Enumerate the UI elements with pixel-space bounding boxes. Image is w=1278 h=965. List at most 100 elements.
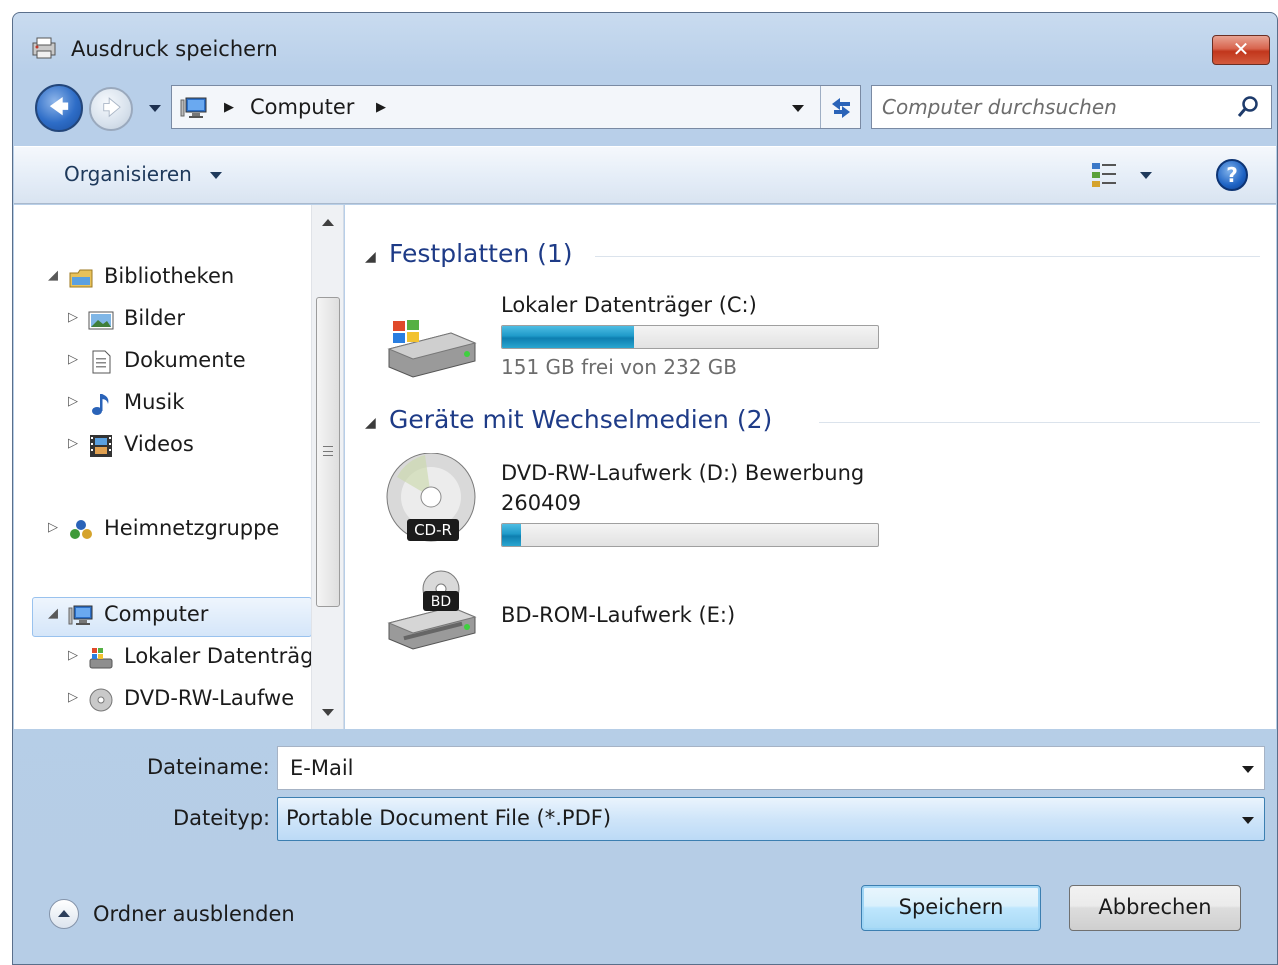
expanded-arrow-icon[interactable]: ◢	[48, 268, 58, 283]
search-input[interactable]	[880, 92, 1220, 122]
tree-item-homegroup[interactable]: ▷ Heimnetzgruppe	[48, 513, 308, 547]
tree-item-documents[interactable]: ▷ Dokumente	[68, 345, 308, 379]
computer-icon	[180, 97, 207, 118]
drive-d-usage-bar	[501, 523, 879, 547]
printer-app-icon	[32, 37, 56, 59]
organize-menu-button[interactable]: Organisieren	[64, 162, 192, 186]
videos-icon	[90, 435, 112, 457]
forward-button[interactable]	[89, 87, 133, 131]
hard-disk-icon	[387, 320, 477, 378]
nav-scrollbar[interactable]	[311, 205, 343, 729]
drive-e-name[interactable]: BD-ROM-Laufwerk (E:)	[501, 603, 735, 627]
drive-c-icon[interactable]	[381, 309, 481, 389]
filename-combobox[interactable]	[277, 746, 1265, 790]
collapsed-arrow-icon[interactable]: ▷	[48, 520, 58, 535]
grip-icon	[323, 446, 333, 456]
filename-label: Dateiname:	[147, 755, 270, 779]
tree-item-videos[interactable]: ▷ Videos	[68, 429, 308, 463]
tree-label-documents: Dokumente	[124, 348, 246, 372]
tree-label-videos: Videos	[124, 432, 194, 456]
tree-label-local-disk: Lokaler Datenträg	[124, 644, 312, 668]
drive-d-name-line2[interactable]: 260409	[501, 491, 581, 515]
drive-d-usage-fill	[502, 524, 521, 546]
back-arrow-icon	[49, 97, 69, 116]
drive-e-icon[interactable]: BD	[381, 567, 481, 657]
scroll-thumb[interactable]	[316, 297, 340, 607]
tree-label-dvd-drive: DVD-RW-Laufwe	[124, 686, 295, 710]
cancel-button[interactable]: Abbrechen	[1069, 885, 1241, 931]
title-bar: Ausdruck speichern ✕	[13, 13, 1277, 75]
homegroup-icon	[70, 520, 92, 539]
navigation-pane: ◢ Bibliotheken ▷ Bilder ▷ Dokumente ▷ Mu…	[14, 205, 344, 729]
breadcrumb-computer[interactable]: Computer	[250, 95, 354, 119]
search-icon[interactable]	[1235, 94, 1261, 120]
collapsed-arrow-icon[interactable]: ▷	[68, 436, 78, 451]
command-bar: Organisieren ?	[14, 146, 1276, 204]
group-divider	[595, 256, 1260, 257]
scroll-up-icon[interactable]	[322, 219, 334, 226]
documents-icon	[92, 350, 111, 374]
address-divider	[820, 86, 821, 128]
group-divider	[819, 422, 1260, 423]
collapsed-arrow-icon[interactable]: ▷	[68, 352, 78, 367]
drive-c-usage-bar	[501, 325, 879, 349]
pictures-icon	[88, 311, 114, 330]
local-disk-icon	[89, 648, 113, 669]
filetype-select[interactable]: Portable Document File (*.PDF)	[277, 797, 1265, 841]
tree-item-pictures[interactable]: ▷ Bilder	[68, 303, 308, 337]
drive-d-name-line1[interactable]: DVD-RW-Laufwerk (D:) Bewerbung	[501, 461, 864, 485]
cd-r-badge: CD-R	[414, 521, 452, 539]
expanded-arrow-icon[interactable]: ◢	[48, 606, 58, 621]
forward-arrow-icon	[103, 97, 121, 118]
tree-item-computer[interactable]: ◢ Computer	[48, 599, 308, 633]
refresh-button[interactable]	[824, 90, 858, 124]
tree-label-homegroup: Heimnetzgruppe	[104, 516, 280, 540]
window-title: Ausdruck speichern	[71, 37, 278, 61]
view-dropdown-icon[interactable]	[1140, 172, 1152, 179]
libraries-icon	[69, 269, 93, 288]
tree-label-libraries: Bibliotheken	[104, 264, 235, 288]
scroll-down-icon[interactable]	[322, 709, 334, 716]
bd-badge: BD	[431, 594, 451, 610]
group-title-removable: Geräte mit Wechselmedien (2)	[389, 405, 773, 434]
tree-item-music[interactable]: ▷ Musik	[68, 387, 308, 421]
music-icon	[92, 394, 109, 415]
close-button[interactable]: ✕	[1212, 35, 1270, 65]
group-collapse-icon[interactable]: ◢	[365, 415, 376, 431]
breadcrumb-separator-icon[interactable]: ▶	[224, 100, 234, 115]
tree-item-local-disk[interactable]: ▷ Lokaler Datenträg	[68, 641, 312, 675]
dvd-drive-icon	[89, 688, 113, 712]
collapsed-arrow-icon[interactable]: ▷	[68, 690, 78, 705]
refresh-icon	[832, 98, 850, 118]
collapsed-arrow-icon[interactable]: ▷	[68, 310, 78, 325]
tree-item-libraries[interactable]: ◢ Bibliotheken	[48, 261, 308, 295]
cd-drive-icon: CD-R	[386, 452, 476, 542]
drive-c-free-space: 151 GB frei von 232 GB	[501, 355, 738, 379]
filetype-selected-value: Portable Document File (*.PDF)	[286, 806, 612, 830]
save-button[interactable]: Speichern	[861, 885, 1041, 931]
drive-d-icon[interactable]: CD-R	[385, 452, 485, 542]
content-pane: ◢ Festplatten (1) Lokaler Datenträger (C…	[345, 205, 1276, 729]
collapsed-arrow-icon[interactable]: ▷	[68, 648, 78, 663]
organize-dropdown-icon[interactable]	[210, 172, 222, 179]
bd-rom-drive-icon: BD	[387, 570, 477, 650]
filename-input[interactable]	[288, 753, 1218, 783]
collapse-chevron-icon[interactable]	[49, 899, 79, 929]
recent-pages-dropdown-icon[interactable]	[149, 105, 161, 112]
filetype-dropdown-icon[interactable]	[1242, 817, 1254, 824]
breadcrumb-separator-icon[interactable]: ▶	[376, 100, 386, 115]
address-bar[interactable]: ▶ Computer ▶	[171, 85, 861, 129]
search-box[interactable]	[871, 85, 1272, 129]
group-collapse-icon[interactable]: ◢	[365, 249, 376, 265]
change-view-icon[interactable]	[1090, 161, 1120, 189]
drive-c-usage-fill	[502, 326, 634, 348]
filename-dropdown-icon[interactable]	[1242, 766, 1254, 773]
collapsed-arrow-icon[interactable]: ▷	[68, 394, 78, 409]
back-button[interactable]	[35, 84, 83, 132]
help-icon[interactable]: ?	[1216, 159, 1248, 191]
computer-icon	[68, 605, 93, 625]
tree-item-dvd-drive[interactable]: ▷ DVD-RW-Laufwe	[68, 683, 312, 717]
hide-folders-label: Ordner ausblenden	[93, 902, 295, 926]
drive-c-name[interactable]: Lokaler Datenträger (C:)	[501, 293, 757, 317]
address-dropdown-icon[interactable]	[792, 105, 804, 112]
